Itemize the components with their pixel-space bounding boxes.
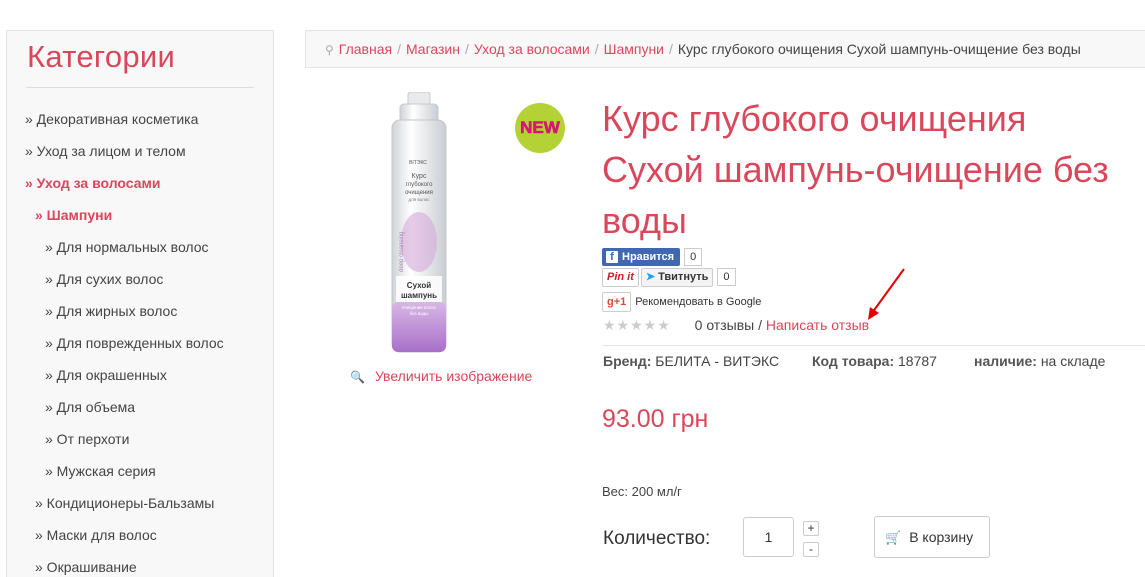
facebook-like-count: 0 xyxy=(684,248,703,266)
product-image-line4: для волос xyxy=(408,197,430,202)
sidebar-category-item[interactable]: » Для сухих волос xyxy=(45,271,163,287)
sidebar-category-item[interactable]: » Кондиционеры-Бальзамы xyxy=(35,495,214,511)
product-code-info: Код товара: 18787 xyxy=(812,353,937,369)
review-count: 0 отзывы xyxy=(694,317,755,333)
breadcrumb-home[interactable]: Главная xyxy=(339,41,392,57)
product-weight: Вес: 200 мл/г xyxy=(602,484,682,499)
sidebar-category-item[interactable]: » Шампуни xyxy=(35,207,112,223)
facebook-like-widget: f Нравится 0 xyxy=(602,248,703,266)
sidebar-category-item[interactable]: » Маски для волос xyxy=(35,527,157,543)
breadcrumb-hair-care[interactable]: Уход за волосами xyxy=(474,41,590,57)
rating-row: ★★★★★ 0 отзывы / Написать отзыв xyxy=(603,317,869,334)
sidebar-category-item[interactable]: » Уход за лицом и телом xyxy=(25,143,186,159)
product-code-value: 18787 xyxy=(898,353,937,369)
sidebar-title: Категории xyxy=(27,39,176,74)
rating-stars[interactable]: ★★★★★ xyxy=(603,317,671,333)
product-image-line2: глубокого xyxy=(406,182,433,188)
breadcrumb-shop[interactable]: Магазин xyxy=(406,41,460,57)
product-title: Курс глубокого очищения Сухой шампунь-оч… xyxy=(602,98,1109,241)
stock-value: на складе xyxy=(1040,353,1106,369)
stock-label: наличие: xyxy=(974,353,1037,369)
product-code-label: Код товара: xyxy=(812,353,895,369)
rating-divider: / xyxy=(758,317,762,333)
add-to-cart-button[interactable]: 🛒 В корзину xyxy=(874,516,990,558)
quantity-decrease-button[interactable]: - xyxy=(803,542,819,557)
details-divider xyxy=(602,345,1145,346)
twitter-tweet-label: Твитнуть xyxy=(658,271,709,283)
add-to-cart-label: В корзину xyxy=(909,529,974,545)
sidebar-category-item[interactable]: » Для нормальных волос xyxy=(45,239,209,255)
brand-label: Бренд: xyxy=(603,353,652,369)
product-image-line1: Курс xyxy=(412,173,427,180)
quantity-input[interactable] xyxy=(743,517,794,557)
pinterest-button[interactable]: Pin it xyxy=(602,268,639,287)
product-image-sub1: очищение волос xyxy=(402,305,437,310)
write-review-link[interactable]: Написать отзыв xyxy=(766,317,869,333)
twitter-bird-icon: ➤ xyxy=(645,271,656,283)
magnifier-icon: 🔍 xyxy=(350,370,365,384)
google-plus-button[interactable]: g+1 xyxy=(602,292,632,312)
sidebar-category-item[interactable]: » Декоративная косметика xyxy=(25,111,198,127)
twitter-tweet-button[interactable]: ➤ Твитнуть xyxy=(640,268,714,287)
sidebar-category-item[interactable]: » От перхоти xyxy=(45,431,129,447)
quantity-increase-button[interactable]: + xyxy=(803,521,819,536)
sidebar-category-item[interactable]: » Для окрашенных xyxy=(45,367,167,383)
product-image-name1: Сухой xyxy=(407,281,431,290)
sidebar-category-item[interactable]: » Для поврежденных волос xyxy=(45,335,224,351)
product-image[interactable]: ВIТЭКС Курс глубокого очищения для волос… xyxy=(370,92,460,357)
sidebar-category-item[interactable]: » Уход за волосами xyxy=(25,175,160,191)
map-marker-icon: ⚲ xyxy=(325,43,334,57)
cart-icon: 🛒 xyxy=(885,530,902,545)
facebook-like-button[interactable]: f Нравится xyxy=(602,248,681,266)
facebook-icon: f xyxy=(606,251,618,263)
product-image-vertical: deep cleansing xyxy=(399,232,405,272)
sidebar-category-item[interactable]: » Окрашивание xyxy=(35,559,137,575)
new-badge: NEW xyxy=(515,103,565,153)
facebook-like-label: Нравится xyxy=(622,251,675,263)
product-image-name2: шампунь xyxy=(401,291,437,300)
breadcrumb-current: Курс глубокого очищения Сухой шампунь-оч… xyxy=(677,41,1081,57)
brand-value: БЕЛИТА - ВИТЭКС xyxy=(655,353,780,369)
sidebar-category-item[interactable]: » Для объема xyxy=(45,399,135,415)
google-plus-widget: g+1 Рекомендовать в Google xyxy=(602,292,761,312)
product-image-brand: ВIТЭКС xyxy=(409,160,427,166)
product-image-line3: очищения xyxy=(405,190,433,196)
annotation-arrow xyxy=(868,268,905,320)
twitter-count: 0 xyxy=(717,268,736,286)
sidebar-category-item[interactable]: » Мужская серия xyxy=(45,463,156,479)
product-image-sub2: без воды xyxy=(410,311,429,316)
google-plus-text: Рекомендовать в Google xyxy=(635,296,762,308)
brand-info: Бренд: БЕЛИТА - ВИТЭКС xyxy=(603,353,779,369)
zoom-image-link[interactable]: 🔍 Увеличить изображение xyxy=(350,368,532,384)
product-price: 93.00 грн xyxy=(602,405,709,433)
stock-info: наличие: на складе xyxy=(974,353,1105,369)
quantity-label: Количество: xyxy=(603,528,711,549)
share-row: Pin it ➤ Твитнуть 0 xyxy=(602,268,736,288)
sidebar-category-item[interactable]: » Для жирных волос xyxy=(45,303,177,319)
zoom-image-label: Увеличить изображение xyxy=(374,368,533,384)
breadcrumb: ⚲ Главная / Магазин / Уход за волосами / Шампун… xyxy=(305,30,1145,68)
breadcrumb-shampoos[interactable]: Шампуни xyxy=(604,41,664,57)
sidebar-divider xyxy=(26,87,254,88)
